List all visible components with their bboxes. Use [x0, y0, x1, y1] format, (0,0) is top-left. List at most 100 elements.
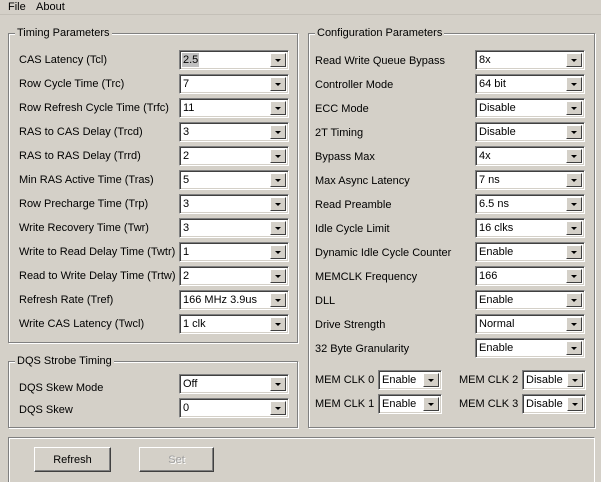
- chevron-down-icon[interactable]: [566, 53, 582, 67]
- mem-clk-1-label: MEM CLK 1: [315, 398, 375, 410]
- timing-row-refresh-cycle-time-trfc-dropdown[interactable]: 11: [179, 98, 289, 118]
- timing-refresh-rate-tref-label: Refresh Rate (Tref): [19, 294, 114, 306]
- chevron-down-icon[interactable]: [566, 269, 582, 283]
- chevron-down-icon[interactable]: [567, 373, 583, 387]
- chevron-down-icon[interactable]: [566, 101, 582, 115]
- chevron-down-icon[interactable]: [270, 317, 286, 331]
- timing-read-to-write-delay-time-trtw-dropdown[interactable]: 2: [179, 266, 289, 286]
- timing-row-cycle-time-trc-dropdown[interactable]: 7: [179, 74, 289, 94]
- mem-clk-3-value: Disable: [526, 398, 563, 410]
- chevron-down-icon[interactable]: [423, 373, 439, 387]
- chevron-down-icon[interactable]: [270, 173, 286, 187]
- config-idle-cycle-limit-value: 16 clks: [479, 222, 514, 234]
- menu-file[interactable]: File: [8, 1, 26, 13]
- config-read-write-queue-bypass-dropdown[interactable]: 8x: [475, 50, 585, 70]
- timing-write-recovery-time-twr-dropdown[interactable]: 3: [179, 218, 289, 238]
- mem-clk-0-label: MEM CLK 0: [315, 374, 375, 386]
- mem-clk-0-dropdown[interactable]: Enable: [378, 370, 442, 390]
- chevron-down-icon[interactable]: [566, 125, 582, 139]
- set-button[interactable]: Set: [139, 447, 214, 472]
- config-max-async-latency-value: 7 ns: [479, 174, 500, 186]
- refresh-button[interactable]: Refresh: [34, 447, 111, 472]
- chevron-down-icon[interactable]: [566, 245, 582, 259]
- chevron-down-icon[interactable]: [270, 149, 286, 163]
- timing-write-to-read-delay-time-twtr-label: Write to Read Delay Time (Twtr): [19, 246, 176, 258]
- timing-refresh-rate-tref-dropdown[interactable]: 166 MHz 3.9us: [179, 290, 289, 310]
- timing-write-recovery-time-twr-value: 3: [183, 222, 190, 234]
- dqs-dqs-skew-mode-value: Off: [183, 378, 198, 390]
- config-read-preamble-dropdown[interactable]: 6.5 ns: [475, 194, 585, 214]
- config-read-write-queue-bypass-label: Read Write Queue Bypass: [315, 55, 446, 67]
- timing-write-cas-latency-twcl-dropdown[interactable]: 1 clk: [179, 314, 289, 334]
- config-dynamic-idle-cycle-counter-value: Enable: [479, 246, 514, 258]
- config-bypass-max-dropdown[interactable]: 4x: [475, 146, 585, 166]
- timing-parameters-title: Timing Parameters: [15, 27, 112, 40]
- menu-about[interactable]: About: [36, 1, 65, 13]
- mem-clk-0-value: Enable: [382, 374, 417, 386]
- chevron-down-icon[interactable]: [270, 53, 286, 67]
- chevron-down-icon[interactable]: [270, 293, 286, 307]
- timing-ras-to-cas-delay-trcd-dropdown[interactable]: 3: [179, 122, 289, 142]
- chevron-down-icon[interactable]: [567, 397, 583, 411]
- timing-cas-latency-tcl-label: CAS Latency (Tcl): [19, 54, 108, 66]
- config-dll-dropdown[interactable]: Enable: [475, 290, 585, 310]
- config-32-byte-granularity-dropdown[interactable]: Enable: [475, 338, 585, 358]
- config-memclk-frequency-dropdown[interactable]: 166: [475, 266, 585, 286]
- config-ecc-mode-label: ECC Mode: [315, 103, 369, 115]
- config-read-preamble-label: Read Preamble: [315, 199, 392, 211]
- chevron-down-icon[interactable]: [270, 401, 286, 415]
- chevron-down-icon[interactable]: [270, 101, 286, 115]
- timing-read-to-write-delay-time-trtw-label: Read to Write Delay Time (Trtw): [19, 270, 176, 282]
- timing-min-ras-active-time-tras-label: Min RAS Active Time (Tras): [19, 174, 154, 186]
- config-ecc-mode-dropdown[interactable]: Disable: [475, 98, 585, 118]
- timing-ras-to-ras-delay-trrd-dropdown[interactable]: 2: [179, 146, 289, 166]
- timing-row-precharge-time-trp-label: Row Precharge Time (Trp): [19, 198, 149, 210]
- chevron-down-icon[interactable]: [270, 197, 286, 211]
- config-idle-cycle-limit-label: Idle Cycle Limit: [315, 223, 390, 235]
- config-memclk-frequency-label: MEMCLK Frequency: [315, 271, 418, 283]
- dqs-dqs-skew-mode-label: DQS Skew Mode: [19, 382, 104, 394]
- config-ecc-mode-value: Disable: [479, 102, 516, 114]
- config-controller-mode-dropdown[interactable]: 64 bit: [475, 74, 585, 94]
- chevron-down-icon[interactable]: [270, 221, 286, 235]
- timing-cas-latency-tcl-dropdown[interactable]: 2.5: [179, 50, 289, 70]
- chevron-down-icon[interactable]: [566, 173, 582, 187]
- timing-write-to-read-delay-time-twtr-dropdown[interactable]: 1: [179, 242, 289, 262]
- config-drive-strength-dropdown[interactable]: Normal: [475, 314, 585, 334]
- timing-refresh-rate-tref-value: 166 MHz 3.9us: [183, 294, 257, 306]
- chevron-down-icon[interactable]: [566, 197, 582, 211]
- config-read-preamble-value: 6.5 ns: [479, 198, 509, 210]
- config-max-async-latency-label: Max Async Latency: [315, 175, 410, 187]
- timing-write-cas-latency-twcl-label: Write CAS Latency (Twcl): [19, 318, 145, 330]
- dqs-dqs-skew-dropdown[interactable]: 0: [179, 398, 289, 418]
- config-dynamic-idle-cycle-counter-dropdown[interactable]: Enable: [475, 242, 585, 262]
- chevron-down-icon[interactable]: [270, 269, 286, 283]
- mem-clk-1-dropdown[interactable]: Enable: [378, 394, 442, 414]
- timing-cas-latency-tcl-value: 2.5: [182, 53, 200, 67]
- dqs-dqs-skew-mode-dropdown[interactable]: Off: [179, 374, 289, 394]
- mem-clk-2-dropdown[interactable]: Disable: [522, 370, 586, 390]
- config-max-async-latency-dropdown[interactable]: 7 ns: [475, 170, 585, 190]
- config-memclk-frequency-value: 166: [479, 270, 498, 282]
- chevron-down-icon[interactable]: [566, 221, 582, 235]
- timing-row-cycle-time-trc-label: Row Cycle Time (Trc): [19, 78, 125, 90]
- timing-min-ras-active-time-tras-dropdown[interactable]: 5: [179, 170, 289, 190]
- chevron-down-icon[interactable]: [270, 77, 286, 91]
- config-2t-timing-dropdown[interactable]: Disable: [475, 122, 585, 142]
- chevron-down-icon[interactable]: [566, 77, 582, 91]
- config-idle-cycle-limit-dropdown[interactable]: 16 clks: [475, 218, 585, 238]
- timing-row-precharge-time-trp-dropdown[interactable]: 3: [179, 194, 289, 214]
- dqs-dqs-skew-value: 0: [183, 402, 190, 414]
- chevron-down-icon[interactable]: [270, 377, 286, 391]
- chevron-down-icon[interactable]: [566, 341, 582, 355]
- config-bypass-max-label: Bypass Max: [315, 151, 375, 163]
- mem-clk-3-dropdown[interactable]: Disable: [522, 394, 586, 414]
- timing-ras-to-ras-delay-trrd-value: 2: [183, 150, 190, 162]
- chevron-down-icon[interactable]: [566, 293, 582, 307]
- chevron-down-icon[interactable]: [566, 149, 582, 163]
- chevron-down-icon[interactable]: [270, 125, 286, 139]
- chevron-down-icon[interactable]: [566, 317, 582, 331]
- timing-ras-to-ras-delay-trrd-label: RAS to RAS Delay (Trrd): [19, 150, 141, 162]
- chevron-down-icon[interactable]: [423, 397, 439, 411]
- chevron-down-icon[interactable]: [270, 245, 286, 259]
